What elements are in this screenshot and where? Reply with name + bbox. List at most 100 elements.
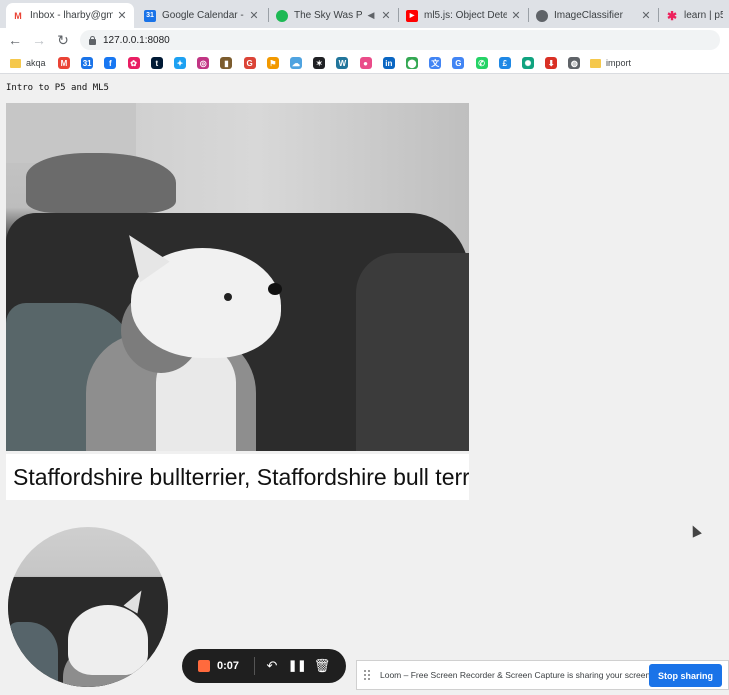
bookmarks-bar: akqa import M 31 f ✿ t ✦ ◎ ▮ G ⚑ ☁ ✶ W ● in ⬤ 文 G ✆ £ ✺ ⬇ ◍	[0, 52, 729, 74]
google-g-bookmark-icon: G	[452, 57, 465, 69]
wordpress-bookmark-icon: W	[336, 57, 349, 69]
folder-icon	[10, 58, 21, 68]
close-icon[interactable]: ✕	[248, 9, 260, 22]
stop-sharing-button[interactable]: Stop sharing	[649, 664, 722, 687]
bookmark-item[interactable]: 文	[429, 56, 442, 70]
bookmark-item[interactable]: G	[243, 56, 256, 70]
reload-icon[interactable]: ↻	[54, 31, 72, 49]
bookmark-item[interactable]: ◎	[197, 56, 210, 70]
video-dog-nose	[268, 283, 282, 295]
bookmark-label: akqa	[26, 58, 46, 68]
tab-divider	[398, 8, 399, 22]
tab-title: learn | p5.js	[684, 10, 723, 21]
screen-sharing-bar: Loom – Free Screen Recorder & Screen Cap…	[356, 660, 729, 690]
sharing-message: Loom – Free Screen Recorder & Screen Cap…	[380, 670, 650, 680]
bookmark-item[interactable]: ✿	[127, 56, 140, 70]
download-bookmark-icon: ⬇	[545, 57, 558, 69]
page-content: Intro to P5 and ML5 Staffordshire bullte…	[0, 75, 729, 695]
globe-icon	[536, 9, 548, 22]
bookmark-item[interactable]: 31	[81, 56, 94, 70]
bookmark-item[interactable]: ⬤	[406, 56, 418, 70]
twitter-bookmark-icon: ✦	[174, 57, 186, 69]
currency-bookmark-icon: £	[498, 57, 511, 69]
gmail-bookmark-icon: M	[58, 57, 70, 69]
bookmark-item[interactable]: ☁	[290, 56, 302, 70]
gmail-icon: M	[14, 10, 22, 21]
tab-title: Inbox - lharby@gmai	[30, 10, 113, 21]
p5-star-icon: ✱	[666, 8, 678, 23]
bookmark-item[interactable]: M	[58, 56, 70, 70]
tab-strip: M Inbox - lharby@gmai ✕ 31 Google Calend…	[0, 0, 729, 28]
pink-bookmark-icon: ✿	[127, 57, 140, 69]
webcam-video	[6, 103, 469, 451]
tab-ml5-object-detection[interactable]: ▶ ml5.js: Object Detecti ✕	[400, 3, 528, 28]
address-bar[interactable]: 127.0.0.1:8080	[80, 30, 720, 50]
bookmark-folder-import[interactable]: import	[590, 56, 631, 70]
pause-icon[interactable]: ❚❚	[288, 657, 306, 675]
trash-icon[interactable]: 🗑	[313, 657, 331, 675]
maps-bookmark-icon: ⬤	[406, 57, 418, 69]
forward-arrow-icon[interactable]: →	[30, 31, 48, 49]
video-sofa-arm	[356, 253, 469, 451]
close-icon[interactable]: ✕	[380, 9, 392, 22]
asterisk-bookmark-icon: ✶	[313, 57, 326, 69]
back-arrow-icon[interactable]: ←	[6, 31, 24, 49]
mouse-cursor-icon	[688, 523, 702, 538]
bubble-dog-head	[68, 605, 148, 675]
classification-panel: Staffordshire bullterrier, Staffordshire…	[6, 454, 469, 500]
dribbble-bookmark-icon: ●	[359, 57, 372, 69]
bookmark-item[interactable]: ✺	[522, 56, 534, 70]
tab-spotify[interactable]: The Sky Was Pink ◀ ✕	[270, 3, 398, 28]
bookmark-item[interactable]: ⚑	[266, 56, 279, 70]
calendar-bookmark-icon: 31	[81, 57, 94, 69]
tab-divider	[658, 8, 659, 22]
bookmark-folder-akqa[interactable]: akqa	[10, 56, 46, 70]
bookmark-item[interactable]: ✆	[475, 56, 488, 70]
classification-label: Staffordshire bullterrier, Staffordshire…	[13, 464, 469, 490]
bookmark-item[interactable]: ✶	[313, 56, 326, 70]
browser-toolbar: ← → ↻ 127.0.0.1:8080	[0, 28, 729, 52]
whatsapp-bookmark-icon: ✆	[475, 57, 488, 69]
facebook-bookmark-icon: f	[104, 57, 117, 69]
video-dog-eye	[224, 293, 232, 301]
bookmark-item[interactable]: in	[382, 56, 395, 70]
calendar-icon: 31	[144, 9, 156, 22]
linkedin-bookmark-icon: in	[382, 57, 395, 69]
bookmark-item[interactable]: ●	[359, 56, 372, 70]
bookmark-label: import	[606, 58, 632, 68]
tab-imageclassifier[interactable]: ImageClassifier ✕	[530, 3, 658, 28]
bookmark-item[interactable]: ✦	[174, 56, 186, 70]
bookmark-item[interactable]: ⬇	[545, 56, 558, 70]
close-icon[interactable]: ✕	[510, 9, 522, 22]
bookmark-item[interactable]: t	[150, 56, 163, 70]
instagram-bookmark-icon: ◎	[197, 57, 210, 69]
close-icon[interactable]: ✕	[640, 9, 652, 22]
tumblr-bookmark-icon: t	[150, 57, 163, 69]
tab-gmail[interactable]: M Inbox - lharby@gmai ✕	[6, 3, 134, 28]
figure-bookmark-icon: ⚑	[266, 57, 279, 69]
page-heading: Intro to P5 and ML5	[6, 83, 109, 93]
restart-icon[interactable]: ↶	[263, 657, 281, 675]
cloud-bookmark-icon: ☁	[290, 57, 302, 69]
loom-camera-bubble[interactable]	[8, 527, 168, 687]
tab-p5js-learn[interactable]: ✱ learn | p5.js	[660, 3, 729, 28]
globe-bookmark-icon: ◍	[568, 57, 581, 69]
speaker-icon[interactable]: ◀	[365, 10, 377, 21]
lock-icon	[88, 35, 97, 45]
drag-handle-icon[interactable]	[364, 670, 370, 680]
bookmark-item[interactable]: ▮	[220, 56, 233, 70]
tab-google-calendar[interactable]: 31 Google Calendar - Ju ✕	[138, 3, 266, 28]
spotify-icon	[276, 9, 288, 22]
bookmark-item[interactable]: G	[452, 56, 465, 70]
loom-recording-controls: 0:07 ↶ ❚❚ 🗑	[182, 649, 346, 683]
close-icon[interactable]: ✕	[116, 9, 128, 22]
bookmark-item[interactable]: £	[498, 56, 511, 70]
bookmark-item[interactable]: W	[336, 56, 349, 70]
tab-title: ImageClassifier	[554, 10, 623, 21]
controls-divider	[254, 657, 255, 675]
bookmark-item[interactable]: f	[104, 56, 117, 70]
bubble-cushion	[8, 622, 58, 687]
tab-title: ml5.js: Object Detecti	[424, 10, 507, 21]
bookmark-item[interactable]: ◍	[568, 56, 581, 70]
stop-recording-icon[interactable]	[198, 660, 210, 672]
